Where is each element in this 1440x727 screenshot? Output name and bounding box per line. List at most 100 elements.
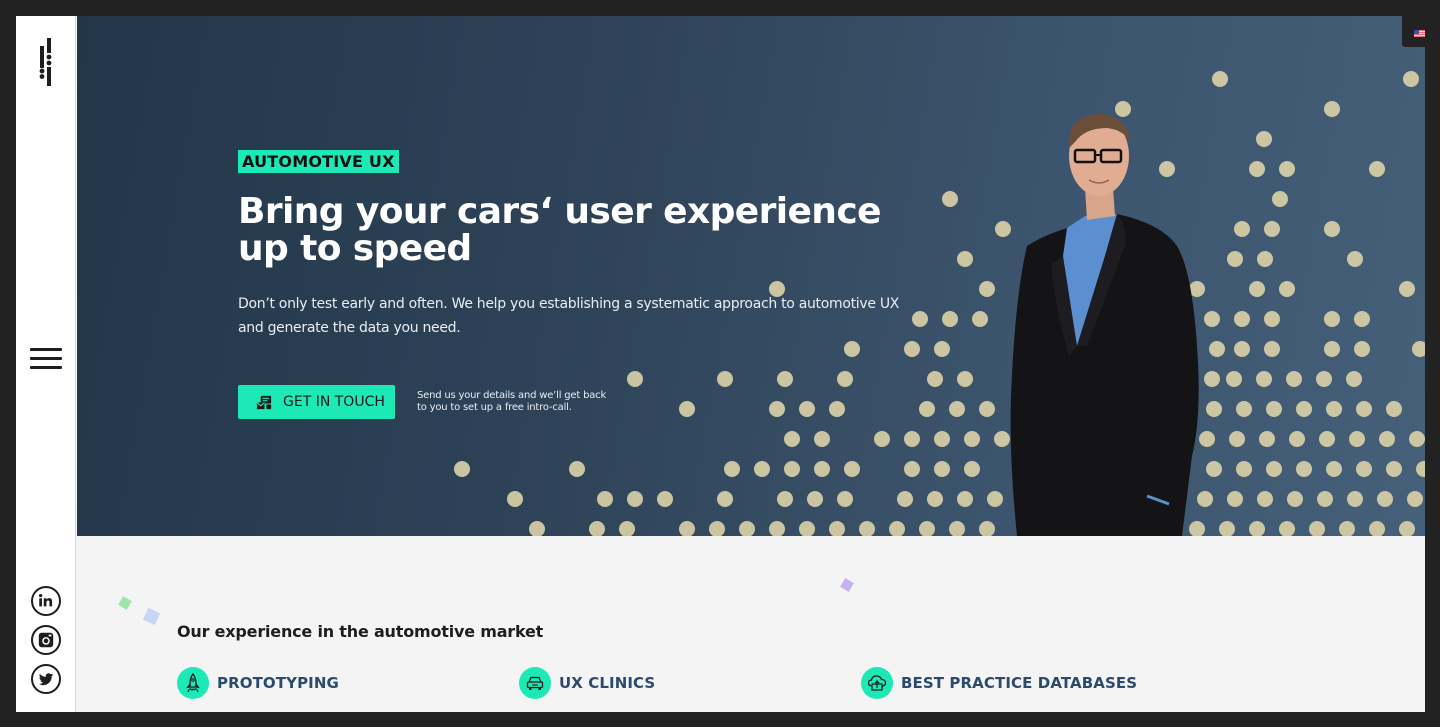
decorative-dot <box>1369 161 1385 177</box>
feature-ux-clinics[interactable]: UX CLINICS <box>519 667 655 699</box>
decorative-dot <box>1234 221 1250 237</box>
get-in-touch-label: GET IN TOUCH <box>283 394 385 410</box>
decorative-dot <box>1324 311 1340 327</box>
decorative-dot <box>1236 401 1252 417</box>
decorative-dot <box>1407 491 1423 507</box>
decorative-dot <box>1354 311 1370 327</box>
decorative-dot <box>807 491 823 507</box>
page-frame: AUTOMOTIVE UX Bring your cars‘ user expe… <box>16 16 1425 712</box>
decorative-dot <box>1227 251 1243 267</box>
brand-logo-icon[interactable] <box>38 38 54 86</box>
decorative-dot <box>784 461 800 477</box>
decorative-dot <box>1386 461 1402 477</box>
decorative-dot <box>507 491 523 507</box>
twitter-icon[interactable] <box>31 664 61 694</box>
decorative-dot <box>927 371 943 387</box>
decorative-dot <box>1266 401 1282 417</box>
decorative-dot <box>1379 431 1395 447</box>
decorative-dot <box>979 401 995 417</box>
decorative-dot <box>1296 401 1312 417</box>
decorative-dot <box>1212 71 1228 87</box>
decorative-dot <box>919 521 935 536</box>
decorative-dot <box>589 521 605 536</box>
decorative-dot <box>814 461 830 477</box>
decorative-dot <box>1309 521 1325 536</box>
decorative-dot <box>529 521 545 536</box>
decorative-dot <box>957 491 973 507</box>
decorative-dot <box>904 461 920 477</box>
decorative-dot <box>1286 371 1302 387</box>
decorative-dot <box>1339 521 1355 536</box>
decorative-dot <box>1234 311 1250 327</box>
decorative-dot <box>627 491 643 507</box>
rocket-icon <box>177 667 209 699</box>
decorative-dot <box>679 521 695 536</box>
us-flag-icon <box>1414 30 1425 37</box>
decorative-dot <box>1219 521 1235 536</box>
decorative-dot <box>942 311 958 327</box>
decorative-dot <box>1227 491 1243 507</box>
decorative-dot <box>754 461 770 477</box>
decorative-dot <box>1324 101 1340 117</box>
decorative-dot <box>1403 71 1419 87</box>
decorative-dot <box>777 491 793 507</box>
decorative-dot <box>1272 191 1288 207</box>
decorative-dot <box>829 521 845 536</box>
decorative-dot <box>657 491 673 507</box>
hamburger-menu-icon[interactable] <box>30 348 62 372</box>
decorative-dot <box>1266 461 1282 477</box>
decorative-dot <box>1354 341 1370 357</box>
decorative-dot <box>829 401 845 417</box>
decorative-dot <box>1409 431 1425 447</box>
get-in-touch-button[interactable]: GET IN TOUCH <box>238 385 395 419</box>
decorative-dot <box>1399 521 1415 536</box>
decorative-dot <box>1416 461 1425 477</box>
decorative-dot <box>1346 371 1362 387</box>
decorative-dot <box>454 461 470 477</box>
decorative-dot <box>1326 461 1342 477</box>
decorative-dot <box>1249 521 1265 536</box>
instagram-icon[interactable] <box>31 625 61 655</box>
decorative-dot <box>724 461 740 477</box>
portrait-of-man-in-suit <box>1010 114 1199 536</box>
language-switcher[interactable] <box>1402 16 1425 47</box>
decorative-dot <box>1264 221 1280 237</box>
feature-best-practice-databases[interactable]: BEST PRACTICE DATABASES <box>861 667 1137 699</box>
decorative-dot <box>1259 431 1275 447</box>
decorative-dot <box>1356 401 1372 417</box>
decorative-dot <box>777 371 793 387</box>
decorative-dot <box>619 521 635 536</box>
decorative-dot <box>1249 281 1265 297</box>
decorative-dot <box>957 371 973 387</box>
decorative-dot <box>904 431 920 447</box>
decorative-dot <box>844 341 860 357</box>
linkedin-icon[interactable] <box>31 586 61 616</box>
decorative-dot <box>897 491 913 507</box>
decorative-dot <box>904 341 920 357</box>
decorative-dot <box>942 191 958 207</box>
decorative-confetti <box>840 578 854 592</box>
menu-bar <box>30 357 62 360</box>
feature-prototyping[interactable]: PROTOTYPING <box>177 667 339 699</box>
decorative-dot <box>1399 281 1415 297</box>
decorative-dot <box>799 521 815 536</box>
decorative-dot <box>1257 251 1273 267</box>
decorative-dot <box>717 491 733 507</box>
decorative-dot <box>1347 491 1363 507</box>
decorative-dot <box>1236 461 1252 477</box>
decorative-dot <box>1412 341 1425 357</box>
decorative-dot <box>1249 161 1265 177</box>
hero-headline: Bring your cars‘ user experience up to s… <box>238 191 881 269</box>
decorative-dot <box>859 521 875 536</box>
decorative-dot <box>799 401 815 417</box>
decorative-confetti <box>118 596 132 610</box>
cta-note: Send us your details and we’ll get back … <box>417 390 607 413</box>
decorative-dot <box>1256 371 1272 387</box>
decorative-dot <box>1296 461 1312 477</box>
decorative-dot <box>837 371 853 387</box>
decorative-dot <box>1229 431 1245 447</box>
decorative-dot <box>1317 491 1333 507</box>
decorative-dot <box>784 431 800 447</box>
menu-bar <box>30 348 62 351</box>
decorative-dot <box>709 521 725 536</box>
